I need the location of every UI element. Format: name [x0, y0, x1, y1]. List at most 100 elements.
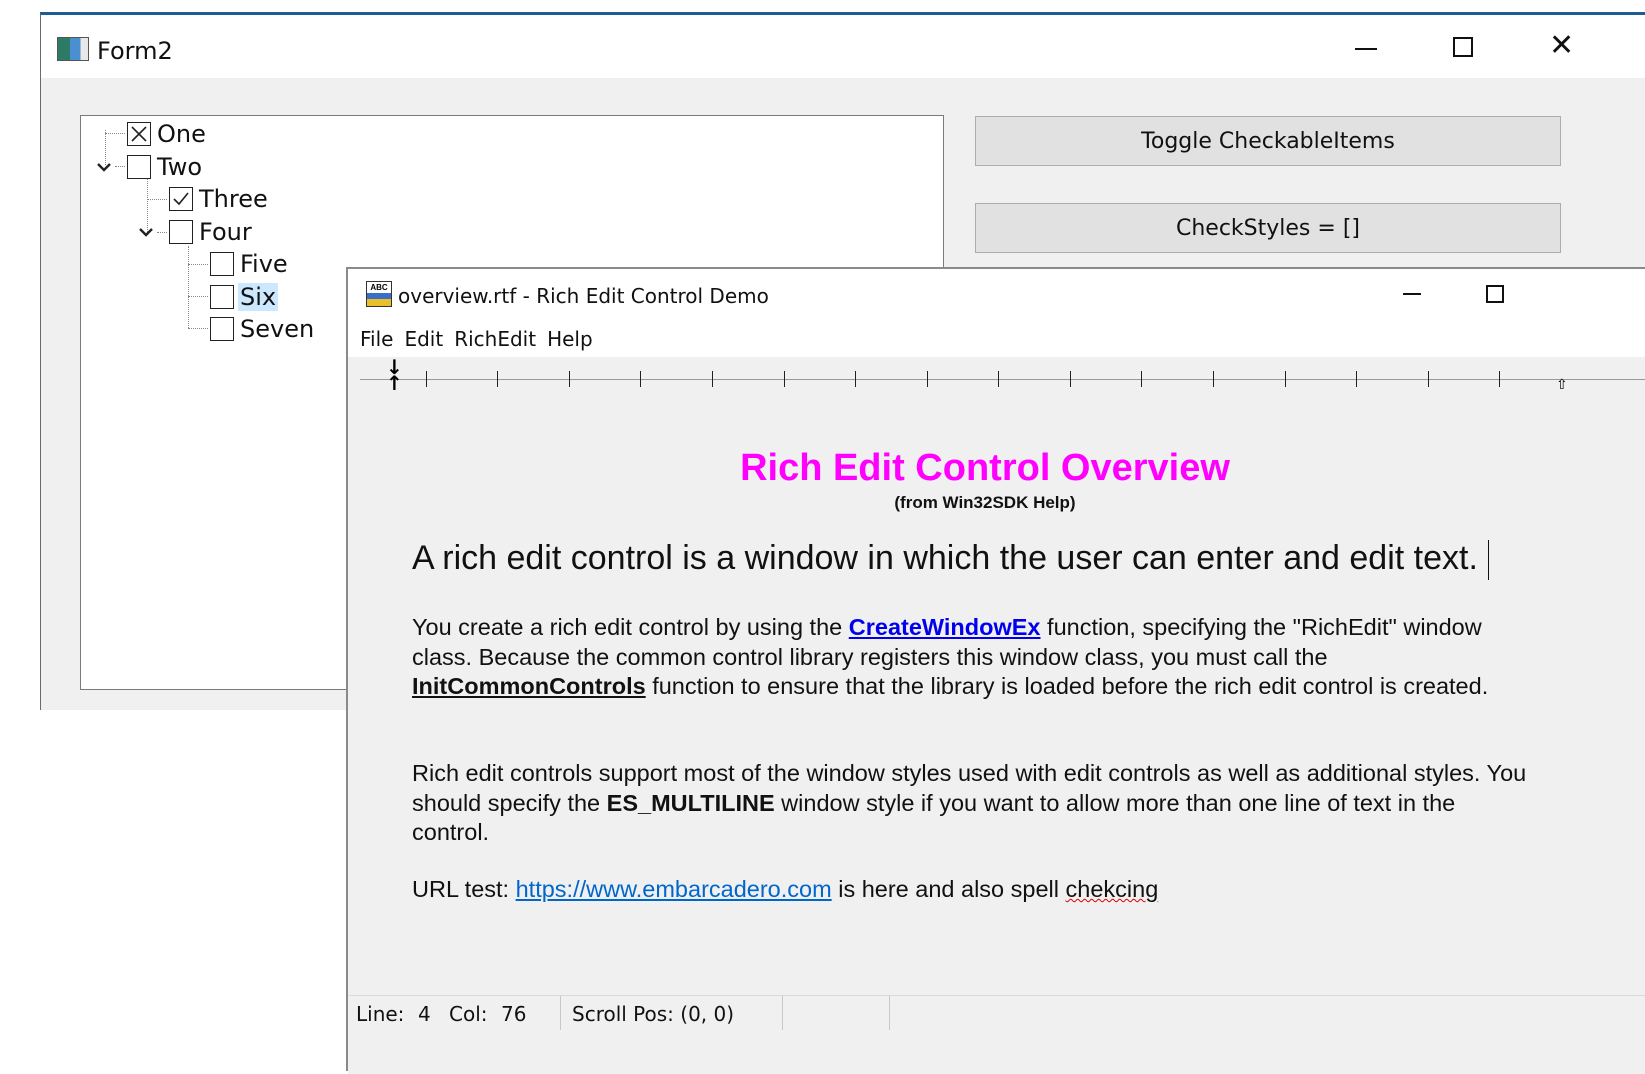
minimize-button[interactable] [1343, 29, 1389, 67]
chevron-down-icon[interactable] [95, 158, 113, 176]
paragraph-1: You create a rich edit control by using … [412, 613, 1532, 702]
status-separator [889, 996, 890, 1030]
tree-node-label: Five [240, 250, 288, 278]
ruler[interactable]: ↓ ↑ ⇧ [360, 357, 1645, 399]
status-col-label: Col: [449, 1002, 488, 1026]
tree-node-label: Two [157, 153, 202, 181]
tree-node-five[interactable]: Five [210, 249, 290, 279]
document-heading: Rich Edit Control Overview [740, 447, 1230, 489]
ruler-tick [712, 371, 713, 387]
tree-node-four[interactable]: Four [169, 217, 254, 247]
ruler-tick [1499, 371, 1500, 387]
right-margin-marker-icon[interactable]: ⇧ [1556, 377, 1568, 393]
paragraph-3: URL test: https://www.embarcadero.com is… [412, 875, 1532, 905]
ruler-tick [640, 371, 641, 387]
tree-node-two[interactable]: Two [127, 152, 204, 182]
form-app-icon [57, 37, 89, 61]
misspelled-word[interactable]: chekcing [1066, 876, 1159, 902]
form2-titlebar[interactable]: Form2 ✕ [41, 15, 1645, 78]
status-scroll-pos: Scroll Pos: (0, 0) [572, 1002, 735, 1026]
ruler-tick [497, 371, 498, 387]
text-run: URL test: [412, 876, 516, 902]
tree-node-label: One [157, 120, 206, 148]
ruler-tick [784, 371, 785, 387]
tree-node-three[interactable]: Three [169, 184, 270, 214]
status-line-value: 4 [418, 1002, 431, 1026]
text-caret [1487, 540, 1489, 581]
tree-node-label: Seven [240, 315, 315, 343]
checkbox-unchecked[interactable] [210, 285, 234, 309]
document-subheading: (from Win32SDK Help) [894, 493, 1076, 512]
checkstyles-button[interactable]: CheckStyles = [] [975, 203, 1561, 253]
form2-title: Form2 [97, 37, 173, 65]
status-col-value: 76 [501, 1002, 527, 1026]
status-separator [782, 996, 783, 1030]
close-icon: ✕ [1549, 29, 1575, 63]
menu-help[interactable]: Help [547, 327, 593, 351]
tree-node-six[interactable]: Six [210, 282, 279, 312]
menu-bar: File Edit RichEdit Help [348, 321, 1645, 357]
chevron-down-icon[interactable] [137, 223, 155, 241]
tree-connector [188, 246, 189, 328]
cross-mark-icon [131, 126, 147, 142]
ruler-tick [569, 371, 570, 387]
initcommoncontrols-link[interactable]: InitCommonControls [412, 673, 646, 699]
checkbox-unchecked[interactable] [210, 317, 234, 341]
ruler-baseline [360, 379, 1645, 380]
ruler-tick [1070, 371, 1071, 387]
checkbox-unchecked[interactable] [210, 252, 234, 276]
text-run: function to ensure that the library is l… [645, 673, 1489, 699]
tree-connector [115, 166, 125, 167]
menu-file[interactable]: File [360, 327, 393, 351]
status-separator [560, 996, 561, 1030]
ruler-tick [1213, 371, 1214, 387]
maximize-icon[interactable] [1486, 285, 1504, 303]
text-run: is here and also spell [831, 876, 1066, 902]
ruler-tick [426, 371, 427, 387]
tree-connector [188, 296, 208, 297]
menu-richedit[interactable]: RichEdit [454, 327, 536, 351]
ruler-tick [1356, 371, 1357, 387]
ruler-tick [998, 371, 999, 387]
checkmark-icon [173, 192, 189, 206]
ruler-tick [1285, 371, 1286, 387]
tree-node-one[interactable]: One [127, 119, 208, 149]
es-multiline-text: ES_MULTILINE [606, 789, 775, 816]
indent-marker-icon[interactable]: ↓ ↑ [386, 357, 403, 393]
tree-connector [188, 328, 208, 329]
ruler-tick [927, 371, 928, 387]
maximize-button[interactable] [1441, 29, 1487, 67]
close-button[interactable]: ✕ [1539, 29, 1579, 67]
tree-node-label: Three [199, 185, 268, 213]
menu-edit[interactable]: Edit [404, 327, 443, 351]
lead-text: A rich edit control is a window in which… [412, 539, 1478, 577]
tree-node-label: Four [199, 218, 252, 246]
checkbox-crossed[interactable] [127, 122, 151, 146]
richedit-app-icon: ABC [366, 281, 392, 307]
toggle-checkable-items-button[interactable]: Toggle CheckableItems [975, 116, 1561, 166]
tree-connector [188, 264, 208, 265]
checkbox-unchecked[interactable] [169, 220, 193, 244]
tree-connector [147, 199, 167, 200]
ruler-tick [855, 371, 856, 387]
maximize-icon [1453, 37, 1473, 57]
text-run: You create a rich edit control by using … [412, 614, 849, 640]
createwindowex-link[interactable]: CreateWindowEx [849, 614, 1041, 640]
tree-node-seven[interactable]: Seven [210, 314, 316, 344]
url-link[interactable]: https://www.embarcadero.com [516, 876, 832, 902]
status-bar: Line: 4 Col: 76 Scroll Pos: (0, 0) [348, 995, 1645, 1074]
richedit-title: overview.rtf - Rich Edit Control Demo [398, 284, 769, 308]
checkbox-checked[interactable] [169, 187, 193, 211]
richedit-window: ABC overview.rtf - Rich Edit Control Dem… [346, 267, 1645, 1074]
tree-connector [157, 232, 167, 233]
paragraph-2: Rich edit controls support most of the w… [412, 759, 1532, 848]
minimize-icon [1355, 48, 1377, 50]
tree-node-label-selected: Six [238, 283, 279, 311]
minimize-icon[interactable] [1403, 293, 1421, 295]
richedit-titlebar[interactable]: ABC overview.rtf - Rich Edit Control Dem… [348, 269, 1645, 321]
status-line-label: Line: [356, 1002, 405, 1026]
tree-connector [105, 133, 125, 134]
ruler-tick [1428, 371, 1429, 387]
checkbox-unchecked[interactable] [127, 155, 151, 179]
document-lead: A rich edit control is a window in which… [412, 539, 1489, 581]
